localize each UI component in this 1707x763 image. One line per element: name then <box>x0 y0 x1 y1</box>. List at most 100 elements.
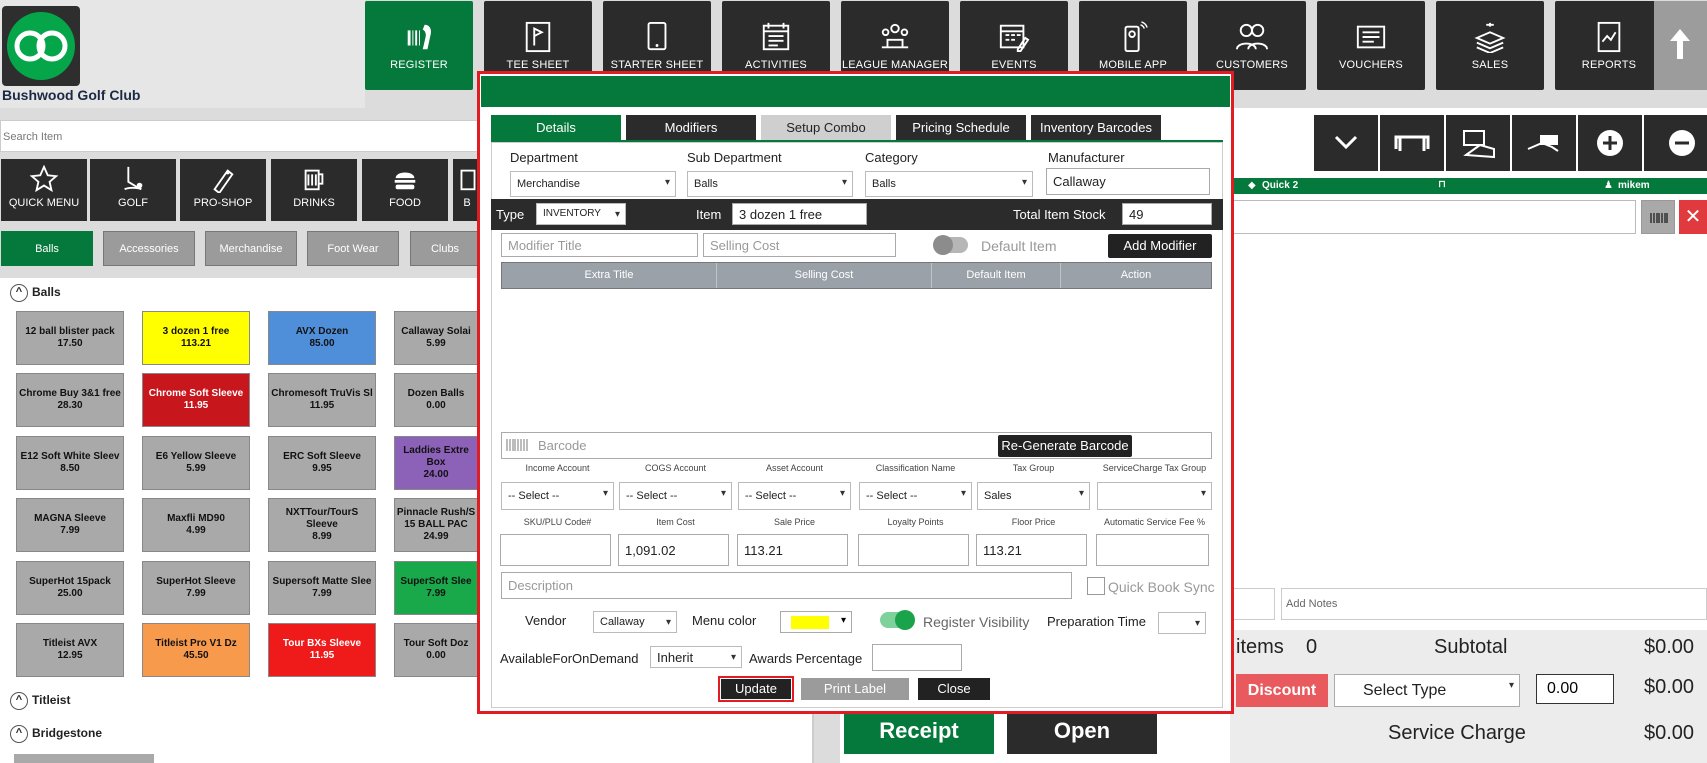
category-golf[interactable]: GOLF <box>90 159 176 221</box>
nav-sales[interactable]: SALES <box>1436 1 1544 90</box>
quick2-label[interactable]: Quick 2 <box>1262 180 1298 191</box>
price-input[interactable]: 113.21 <box>976 534 1087 566</box>
remove-button[interactable] <box>1644 115 1707 171</box>
barcode-button[interactable] <box>1641 200 1675 234</box>
nav-register[interactable]: REGISTER <box>365 1 473 90</box>
item-tile[interactable]: NXTTour/TourS Sleeve 8.99 <box>268 498 376 552</box>
prep-time-select[interactable] <box>1158 612 1206 634</box>
receipt-button[interactable]: Receipt <box>844 708 994 754</box>
print-label-button[interactable]: Print Label <box>801 678 909 700</box>
discount-value-input[interactable]: 0.00 <box>1536 674 1614 704</box>
item-tile[interactable]: E6 Yellow Sleeve 5.99 <box>142 436 250 490</box>
barcode-scan-input[interactable] <box>1230 200 1636 234</box>
tab-pricing-schedule[interactable]: Pricing Schedule <box>896 115 1026 140</box>
menu-color-picker[interactable]: ▾ <box>780 611 852 633</box>
manufacturer-input[interactable]: Callaway <box>1046 168 1210 195</box>
price-input[interactable] <box>858 534 969 566</box>
item-tile[interactable]: Dozen Balls 0.00 <box>394 373 478 427</box>
tile-partial[interactable] <box>14 754 154 763</box>
payment-button[interactable] <box>1512 115 1576 171</box>
account-select[interactable]: -- Select -- <box>738 482 851 510</box>
tab-details[interactable]: Details <box>491 115 621 140</box>
item-tile[interactable]: 3 dozen 1 free 113.21 <box>142 311 250 365</box>
search-input[interactable]: Search Item <box>0 120 480 152</box>
stock-input[interactable]: 49 <box>1122 203 1212 225</box>
item-tile[interactable]: E12 Soft White Sleev 8.50 <box>16 436 124 490</box>
quick-book-sync-checkbox[interactable] <box>1087 577 1105 595</box>
register-visibility-toggle[interactable] <box>880 610 915 630</box>
subtab-balls[interactable]: Balls <box>1 231 93 266</box>
price-input[interactable] <box>1096 534 1209 566</box>
account-select[interactable] <box>1097 482 1212 510</box>
item-tile[interactable]: MAGNA Sleeve 7.99 <box>16 498 124 552</box>
price-input[interactable] <box>500 534 611 566</box>
section-bridgestone[interactable]: ^ Bridgestone <box>10 725 102 743</box>
item-tile[interactable]: Laddies Extre Box 24.00 <box>394 436 478 490</box>
subtab-clubs[interactable]: Clubs <box>410 231 480 266</box>
item-tile[interactable]: Tour BXs Sleeve 11.95 <box>268 623 376 677</box>
item-tile[interactable]: ERC Soft Sleeve 9.95 <box>268 436 376 490</box>
tab-inventory-barcodes[interactable]: Inventory Barcodes <box>1031 115 1161 140</box>
description-input[interactable]: Description <box>501 572 1072 599</box>
table-button[interactable] <box>1380 115 1444 171</box>
col-extra-title[interactable]: Extra Title <box>502 263 717 288</box>
item-name-input[interactable]: 3 dozen 1 free <box>732 203 867 225</box>
discount-type-select[interactable]: Select Type <box>1334 674 1520 707</box>
category-select[interactable]: Balls <box>865 171 1033 197</box>
clear-button[interactable]: ✕ <box>1679 200 1707 234</box>
subtab-accessories[interactable]: Accessories <box>103 231 195 266</box>
hand-card-button[interactable] <box>1446 115 1510 171</box>
awards-percentage-input[interactable] <box>872 644 962 671</box>
item-tile[interactable]: Maxfli MD90 4.99 <box>142 498 250 552</box>
item-tile[interactable]: Titleist AVX 12.95 <box>16 623 124 677</box>
add-button[interactable] <box>1578 115 1642 171</box>
tab-setup-combo[interactable]: Setup Combo <box>761 115 891 140</box>
item-tile[interactable]: SuperHot Sleeve 7.99 <box>142 561 250 615</box>
discount-button[interactable]: Discount <box>1236 674 1328 707</box>
notes-input[interactable]: Add Notes <box>1281 588 1707 620</box>
section-balls[interactable]: ^ Balls <box>10 284 61 302</box>
col-action[interactable]: Action <box>1061 263 1211 288</box>
add-modifier-button[interactable]: Add Modifier <box>1108 234 1212 258</box>
subtab-foot-wear[interactable]: Foot Wear <box>307 231 399 266</box>
item-tile[interactable]: SuperHot 15pack 25.00 <box>16 561 124 615</box>
item-tile[interactable]: Chrome Soft Sleeve 11.95 <box>142 373 250 427</box>
tab-modifiers[interactable]: Modifiers <box>626 115 756 140</box>
item-tile[interactable]: Supersoft Matte Slee 7.99 <box>268 561 376 615</box>
item-tile[interactable]: SuperSoft Slee 7.99 <box>394 561 478 615</box>
col-selling-cost[interactable]: Selling Cost <box>717 263 932 288</box>
category-food[interactable]: FOOD <box>362 159 448 221</box>
account-select[interactable]: Sales <box>977 482 1090 510</box>
selling-cost-input[interactable]: Selling Cost <box>703 233 896 257</box>
category-drinks[interactable]: DRINKS <box>271 159 357 221</box>
default-item-toggle[interactable] <box>933 235 968 255</box>
item-tile[interactable]: AVX Dozen 85.00 <box>268 311 376 365</box>
nav-vouchers[interactable]: VOUCHERS <box>1317 1 1425 90</box>
item-tile[interactable]: 12 ball blister pack 17.50 <box>16 311 124 365</box>
vendor-select[interactable]: Callaway <box>593 611 677 633</box>
collapse-button[interactable] <box>1314 115 1378 171</box>
type-select[interactable]: INVENTORY <box>536 203 626 225</box>
price-input[interactable]: 1,091.02 <box>618 534 729 566</box>
open-button[interactable]: Open <box>1007 708 1157 754</box>
item-tile[interactable]: Tour Soft Doz 0.00 <box>394 623 478 677</box>
category-pro-shop[interactable]: PRO-SHOP <box>180 159 266 221</box>
price-input[interactable]: 113.21 <box>737 534 848 566</box>
section-titleist[interactable]: ^ Titleist <box>10 692 70 710</box>
regenerate-barcode-button[interactable]: Re-Generate Barcode <box>998 435 1132 457</box>
scroll-up-button[interactable] <box>1654 1 1707 90</box>
department-select[interactable]: Merchandise <box>510 171 676 197</box>
item-tile[interactable]: Chromesoft TruVis Sl 11.95 <box>268 373 376 427</box>
close-button[interactable]: Close <box>918 678 990 700</box>
category-quick-menu[interactable]: QUICK MENU <box>1 159 87 221</box>
modifier-title-input[interactable]: Modifier Title <box>501 233 698 257</box>
account-select[interactable]: -- Select -- <box>501 482 614 510</box>
available-on-demand-select[interactable]: Inherit <box>650 646 742 668</box>
order-field[interactable] <box>1230 588 1275 620</box>
item-tile[interactable]: Pinnacle Rush/S 15 BALL PAC 24.99 <box>394 498 478 552</box>
account-select[interactable]: -- Select -- <box>619 482 732 510</box>
item-tile[interactable]: Titleist Pro V1 Dz 45.50 <box>142 623 250 677</box>
subtab-merchandise[interactable]: Merchandise <box>205 231 297 266</box>
account-select[interactable]: -- Select -- <box>859 482 972 510</box>
col-default-item[interactable]: Default Item <box>932 263 1061 288</box>
